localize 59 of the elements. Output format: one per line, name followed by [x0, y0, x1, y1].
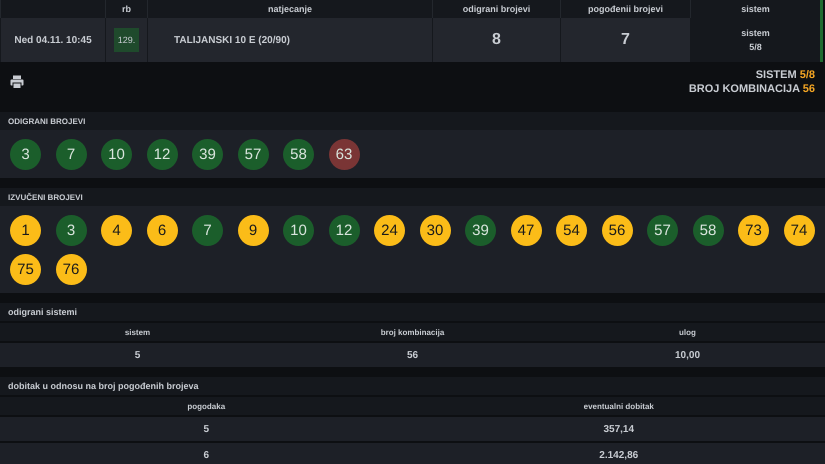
column-header: pogođenii brojevi — [560, 0, 690, 18]
number-ball: 63 — [328, 139, 360, 170]
number-ball: 10 — [101, 139, 132, 170]
section-title: IZVUČENI BROJEVI — [8, 192, 83, 202]
column-header: broj kombinacija — [380, 328, 446, 336]
column-header: odigrani brojevi — [432, 0, 560, 18]
number-ball: 3 — [10, 139, 41, 170]
number-ball: 39 — [465, 215, 496, 246]
round-badge: 129. — [114, 28, 140, 52]
column-header: pogodaka — [186, 402, 226, 410]
column-header: eventualni dobitak — [582, 402, 655, 410]
table-cell-text: 2.142,86 — [598, 450, 640, 460]
number-ball: 57 — [238, 139, 268, 170]
system-value: 5/8 — [749, 42, 762, 52]
number-ball: 30 — [420, 215, 450, 246]
number-ball: 6 — [146, 215, 178, 246]
print-icon[interactable] — [10, 75, 24, 89]
table-cell-text: 6 — [202, 450, 210, 460]
table-cell-text: 5 — [134, 350, 142, 360]
number-ball: 9 — [238, 215, 268, 246]
table-cell-text: 56 — [406, 350, 420, 360]
table-cell-text: 5 — [202, 424, 210, 434]
number-ball: 57 — [647, 215, 678, 246]
number-ball: 10 — [283, 215, 314, 246]
number-ball: 58 — [283, 139, 314, 170]
number-ball: 58 — [692, 215, 724, 246]
number-ball: 12 — [328, 215, 360, 246]
column-header: rb — [105, 0, 147, 18]
column-header: natjecanje — [147, 0, 432, 18]
column-header: ulog — [678, 328, 697, 336]
number-ball: 47 — [510, 215, 542, 246]
summary-line: SISTEM 5/8 — [756, 69, 815, 81]
section-title: odigrani sistemi — [8, 307, 78, 317]
column-header: sistem — [124, 328, 152, 336]
number-ball: 24 — [374, 215, 405, 246]
number-ball: 4 — [101, 215, 132, 246]
number-ball: 56 — [602, 215, 632, 246]
table-cell: 8 — [432, 18, 560, 62]
section-title: ODIGRANI BROJEVI — [8, 116, 86, 126]
number-ball: 12 — [146, 139, 178, 170]
summary-line: BROJ KOMBINACIJA 56 — [688, 83, 815, 95]
section-title: dobitak u odnosu na broj pogođenih brojeva — [8, 381, 198, 391]
system-label: sistem — [741, 28, 770, 38]
number-ball: 7 — [56, 139, 86, 170]
number-ball: 3 — [56, 215, 86, 246]
table-cell-text: 357,14 — [602, 424, 636, 434]
table-cell: Ned 04.11. 10:45 — [0, 18, 105, 62]
number-ball: 74 — [784, 215, 814, 246]
table-cell: 7 — [560, 18, 690, 62]
number-ball: 76 — [56, 254, 86, 285]
number-ball: 75 — [10, 254, 41, 285]
number-ball: 73 — [738, 215, 769, 246]
number-ball: 54 — [556, 215, 587, 246]
column-header: sistem — [690, 0, 820, 18]
number-ball: 39 — [192, 139, 223, 170]
number-ball: 1 — [10, 215, 41, 246]
table-cell-text: 10,00 — [674, 350, 702, 360]
table-cell: TALIJANSKI 10 E (20/90) — [147, 18, 432, 62]
number-ball: 7 — [192, 215, 223, 246]
